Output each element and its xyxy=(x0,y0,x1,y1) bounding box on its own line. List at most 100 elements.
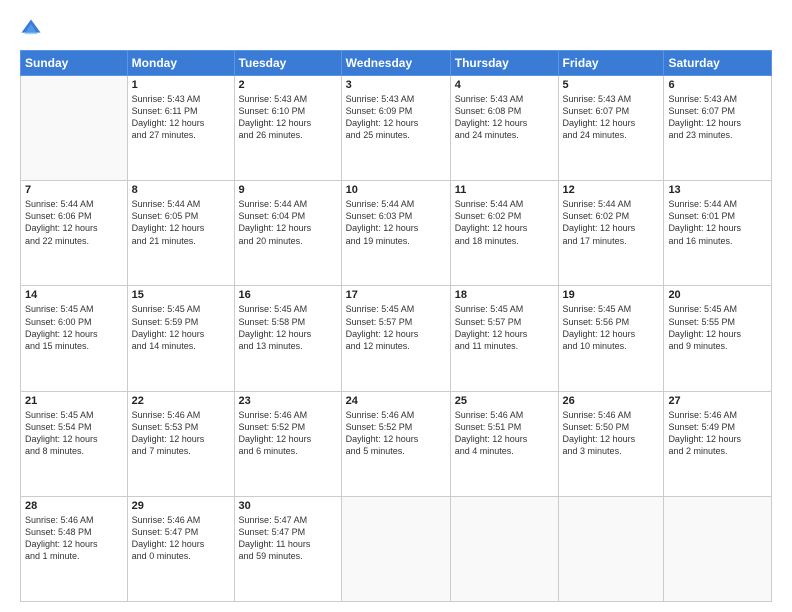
day-info: Sunrise: 5:44 AM Sunset: 6:05 PM Dayligh… xyxy=(132,198,230,247)
day-number: 18 xyxy=(455,289,554,301)
calendar-table: SundayMondayTuesdayWednesdayThursdayFrid… xyxy=(20,50,772,602)
day-number: 6 xyxy=(668,79,767,91)
day-info: Sunrise: 5:45 AM Sunset: 5:54 PM Dayligh… xyxy=(25,409,123,458)
day-info: Sunrise: 5:46 AM Sunset: 5:51 PM Dayligh… xyxy=(455,409,554,458)
day-cell: 18 Sunrise: 5:45 AM Sunset: 5:57 PM Dayli… xyxy=(450,286,558,391)
day-info: Sunrise: 5:47 AM Sunset: 5:47 PM Dayligh… xyxy=(239,514,337,563)
day-info: Sunrise: 5:44 AM Sunset: 6:02 PM Dayligh… xyxy=(563,198,660,247)
day-number: 28 xyxy=(25,500,123,512)
day-number: 8 xyxy=(132,184,230,196)
day-number: 2 xyxy=(239,79,337,91)
day-info: Sunrise: 5:45 AM Sunset: 6:00 PM Dayligh… xyxy=(25,303,123,352)
day-info: Sunrise: 5:43 AM Sunset: 6:07 PM Dayligh… xyxy=(563,93,660,142)
day-number: 13 xyxy=(668,184,767,196)
day-number: 22 xyxy=(132,395,230,407)
week-row-1: 1 Sunrise: 5:43 AM Sunset: 6:11 PM Daylig… xyxy=(21,76,772,181)
day-cell: 25 Sunrise: 5:46 AM Sunset: 5:51 PM Dayli… xyxy=(450,391,558,496)
day-cell: 2 Sunrise: 5:43 AM Sunset: 6:10 PM Daylig… xyxy=(234,76,341,181)
day-info: Sunrise: 5:44 AM Sunset: 6:06 PM Dayligh… xyxy=(25,198,123,247)
weekday-header-tuesday: Tuesday xyxy=(234,51,341,76)
day-cell: 30 Sunrise: 5:47 AM Sunset: 5:47 PM Dayli… xyxy=(234,496,341,601)
day-info: Sunrise: 5:43 AM Sunset: 6:08 PM Dayligh… xyxy=(455,93,554,142)
day-cell: 7 Sunrise: 5:44 AM Sunset: 6:06 PM Daylig… xyxy=(21,181,128,286)
day-info: Sunrise: 5:46 AM Sunset: 5:48 PM Dayligh… xyxy=(25,514,123,563)
day-number: 15 xyxy=(132,289,230,301)
day-cell: 3 Sunrise: 5:43 AM Sunset: 6:09 PM Daylig… xyxy=(341,76,450,181)
day-cell: 24 Sunrise: 5:46 AM Sunset: 5:52 PM Dayli… xyxy=(341,391,450,496)
day-number: 11 xyxy=(455,184,554,196)
page-header xyxy=(20,18,772,40)
logo-icon xyxy=(20,18,42,40)
day-number: 27 xyxy=(668,395,767,407)
day-cell xyxy=(450,496,558,601)
day-cell: 21 Sunrise: 5:45 AM Sunset: 5:54 PM Dayli… xyxy=(21,391,128,496)
day-info: Sunrise: 5:43 AM Sunset: 6:07 PM Dayligh… xyxy=(668,93,767,142)
day-info: Sunrise: 5:44 AM Sunset: 6:04 PM Dayligh… xyxy=(239,198,337,247)
day-number: 21 xyxy=(25,395,123,407)
day-info: Sunrise: 5:46 AM Sunset: 5:49 PM Dayligh… xyxy=(668,409,767,458)
day-number: 3 xyxy=(346,79,446,91)
day-info: Sunrise: 5:46 AM Sunset: 5:52 PM Dayligh… xyxy=(346,409,446,458)
weekday-header-saturday: Saturday xyxy=(664,51,772,76)
day-cell: 12 Sunrise: 5:44 AM Sunset: 6:02 PM Dayli… xyxy=(558,181,664,286)
day-info: Sunrise: 5:45 AM Sunset: 5:56 PM Dayligh… xyxy=(563,303,660,352)
day-number: 9 xyxy=(239,184,337,196)
day-info: Sunrise: 5:45 AM Sunset: 5:57 PM Dayligh… xyxy=(455,303,554,352)
week-row-4: 21 Sunrise: 5:45 AM Sunset: 5:54 PM Dayli… xyxy=(21,391,772,496)
day-cell xyxy=(664,496,772,601)
day-info: Sunrise: 5:45 AM Sunset: 5:58 PM Dayligh… xyxy=(239,303,337,352)
day-cell: 6 Sunrise: 5:43 AM Sunset: 6:07 PM Daylig… xyxy=(664,76,772,181)
day-number: 7 xyxy=(25,184,123,196)
day-info: Sunrise: 5:44 AM Sunset: 6:03 PM Dayligh… xyxy=(346,198,446,247)
day-cell: 27 Sunrise: 5:46 AM Sunset: 5:49 PM Dayli… xyxy=(664,391,772,496)
day-info: Sunrise: 5:46 AM Sunset: 5:52 PM Dayligh… xyxy=(239,409,337,458)
day-number: 16 xyxy=(239,289,337,301)
weekday-header-thursday: Thursday xyxy=(450,51,558,76)
day-number: 24 xyxy=(346,395,446,407)
day-number: 30 xyxy=(239,500,337,512)
day-info: Sunrise: 5:44 AM Sunset: 6:01 PM Dayligh… xyxy=(668,198,767,247)
day-cell: 17Sunrise: 5:45 AM Sunset: 5:57 PM Dayli… xyxy=(341,286,450,391)
day-info: Sunrise: 5:43 AM Sunset: 6:09 PM Dayligh… xyxy=(346,93,446,142)
weekday-header-friday: Friday xyxy=(558,51,664,76)
weekday-header-wednesday: Wednesday xyxy=(341,51,450,76)
day-cell: 13 Sunrise: 5:44 AM Sunset: 6:01 PM Dayli… xyxy=(664,181,772,286)
logo xyxy=(20,18,44,40)
day-cell: 1 Sunrise: 5:43 AM Sunset: 6:11 PM Daylig… xyxy=(127,76,234,181)
day-info: Sunrise: 5:45 AM Sunset: 5:55 PM Dayligh… xyxy=(668,303,767,352)
day-number: 12 xyxy=(563,184,660,196)
day-number: 25 xyxy=(455,395,554,407)
day-number: 5 xyxy=(563,79,660,91)
day-cell: 10Sunrise: 5:44 AM Sunset: 6:03 PM Dayli… xyxy=(341,181,450,286)
day-cell: 11Sunrise: 5:44 AM Sunset: 6:02 PM Dayli… xyxy=(450,181,558,286)
day-info: Sunrise: 5:46 AM Sunset: 5:47 PM Dayligh… xyxy=(132,514,230,563)
day-info: Sunrise: 5:43 AM Sunset: 6:11 PM Dayligh… xyxy=(132,93,230,142)
day-cell xyxy=(21,76,128,181)
day-cell: 29 Sunrise: 5:46 AM Sunset: 5:47 PM Dayli… xyxy=(127,496,234,601)
day-number: 23 xyxy=(239,395,337,407)
day-info: Sunrise: 5:45 AM Sunset: 5:59 PM Dayligh… xyxy=(132,303,230,352)
day-cell: 9 Sunrise: 5:44 AM Sunset: 6:04 PM Daylig… xyxy=(234,181,341,286)
day-cell: 20Sunrise: 5:45 AM Sunset: 5:55 PM Dayli… xyxy=(664,286,772,391)
day-number: 1 xyxy=(132,79,230,91)
day-cell xyxy=(558,496,664,601)
week-row-3: 14 Sunrise: 5:45 AM Sunset: 6:00 PM Dayli… xyxy=(21,286,772,391)
day-cell: 28 Sunrise: 5:46 AM Sunset: 5:48 PM Dayli… xyxy=(21,496,128,601)
day-info: Sunrise: 5:46 AM Sunset: 5:50 PM Dayligh… xyxy=(563,409,660,458)
weekday-header-monday: Monday xyxy=(127,51,234,76)
day-number: 29 xyxy=(132,500,230,512)
week-row-2: 7 Sunrise: 5:44 AM Sunset: 6:06 PM Daylig… xyxy=(21,181,772,286)
day-cell: 16 Sunrise: 5:45 AM Sunset: 5:58 PM Dayli… xyxy=(234,286,341,391)
weekday-header-sunday: Sunday xyxy=(21,51,128,76)
weekday-header-row: SundayMondayTuesdayWednesdayThursdayFrid… xyxy=(21,51,772,76)
day-number: 19 xyxy=(563,289,660,301)
day-cell: 26Sunrise: 5:46 AM Sunset: 5:50 PM Dayli… xyxy=(558,391,664,496)
day-info: Sunrise: 5:46 AM Sunset: 5:53 PM Dayligh… xyxy=(132,409,230,458)
day-cell: 14 Sunrise: 5:45 AM Sunset: 6:00 PM Dayli… xyxy=(21,286,128,391)
day-number: 14 xyxy=(25,289,123,301)
day-info: Sunrise: 5:45 AM Sunset: 5:57 PM Dayligh… xyxy=(346,303,446,352)
day-cell xyxy=(341,496,450,601)
day-cell: 8 Sunrise: 5:44 AM Sunset: 6:05 PM Daylig… xyxy=(127,181,234,286)
day-info: Sunrise: 5:43 AM Sunset: 6:10 PM Dayligh… xyxy=(239,93,337,142)
day-cell: 5 Sunrise: 5:43 AM Sunset: 6:07 PM Daylig… xyxy=(558,76,664,181)
